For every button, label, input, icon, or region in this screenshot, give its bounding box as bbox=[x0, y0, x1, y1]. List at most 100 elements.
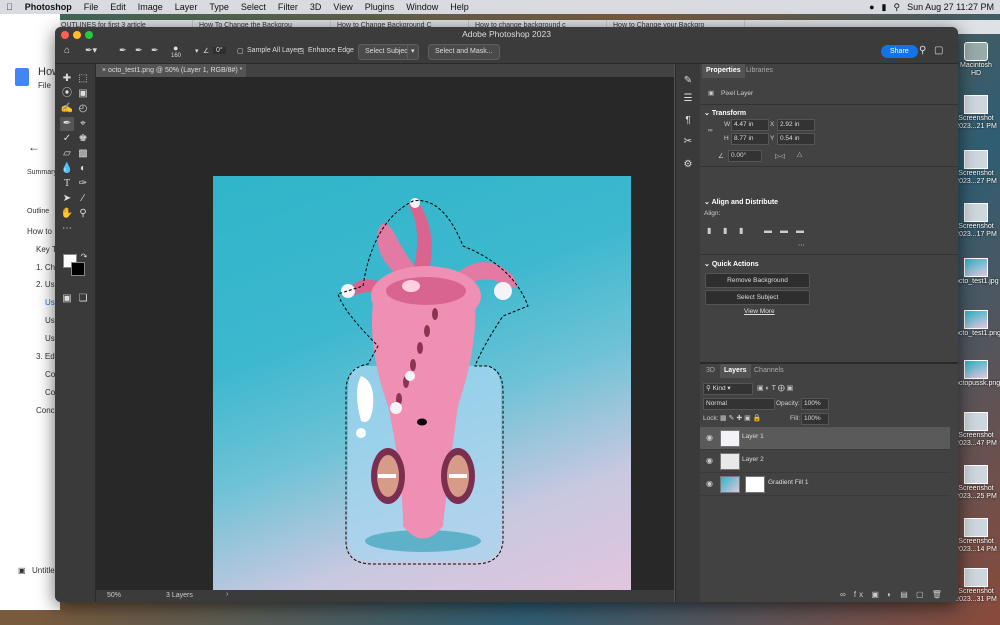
layer-actions-icons[interactable]: ∞ fx ▣ ◐ ▤ ▢ 🗑 bbox=[840, 590, 945, 599]
battery-icon[interactable]: ▮ bbox=[882, 2, 887, 13]
paths-panel-icon[interactable]: ✂ bbox=[681, 135, 695, 149]
desktop-icon[interactable]: octo_test1.png bbox=[955, 310, 1000, 338]
doc-menu-file[interactable]: File bbox=[38, 81, 51, 90]
enhance-edge-checkbox[interactable]: ▢ bbox=[298, 47, 305, 55]
desktop-icon[interactable]: octo_test1.jpg bbox=[955, 258, 999, 286]
chevron-right-icon[interactable]: › bbox=[226, 591, 228, 598]
document-info[interactable]: 3 Layers bbox=[166, 592, 193, 599]
filter-icons[interactable]: ▣ ◐ T ⨁ ▣ bbox=[757, 384, 793, 392]
apple-menu-icon[interactable]:  bbox=[0, 2, 19, 12]
home-icon[interactable]: ⌂ bbox=[64, 45, 70, 56]
menu-window[interactable]: Window bbox=[400, 2, 444, 12]
y-field[interactable]: 0.54 in bbox=[777, 133, 815, 145]
close-window-button[interactable] bbox=[61, 31, 69, 39]
transform-section-toggle[interactable]: ⌄ Transform bbox=[704, 109, 746, 117]
brush-picker-arrow-icon[interactable]: ▾ bbox=[195, 47, 199, 55]
desktop-icon[interactable]: Screenshot 2023...14 PM bbox=[955, 518, 997, 554]
desktop-icon[interactable]: Screenshot 2023...25 PM bbox=[955, 465, 997, 501]
layer-kind-filter[interactable]: ⚲ Kind ▾ bbox=[703, 383, 753, 395]
layer-row[interactable]: ◉ Layer 1 bbox=[700, 427, 950, 450]
align-section-toggle[interactable]: ⌄ Align and Distribute bbox=[704, 198, 778, 206]
menu-filter[interactable]: Filter bbox=[272, 2, 304, 12]
desktop-icon[interactable]: Screenshot 2023...47 PM bbox=[955, 412, 997, 448]
share-button[interactable]: Share bbox=[881, 45, 918, 58]
character-panel-icon[interactable]: ¶ bbox=[681, 114, 695, 128]
clock[interactable]: Sun Aug 27 11:27 PM bbox=[907, 2, 994, 12]
link-icon[interactable]: ∞ bbox=[708, 127, 713, 134]
select-and-mask-button[interactable]: Select and Mask... bbox=[428, 44, 500, 60]
align-right-icon[interactable]: ▮ bbox=[739, 226, 743, 235]
crop-tool-icon[interactable]: ⌖ bbox=[76, 117, 90, 131]
desktop-icon[interactable]: Screenshot 2023...17 PM bbox=[955, 203, 997, 239]
dodge-tool-icon[interactable]: ◐ bbox=[76, 162, 90, 176]
tab-3d[interactable]: 3D bbox=[702, 364, 719, 378]
outline-item[interactable]: How to bbox=[27, 227, 52, 236]
adjustments-panel-icon[interactable]: ☰ bbox=[681, 92, 695, 106]
menu-view[interactable]: View bbox=[327, 2, 358, 12]
search-icon[interactable]: ⚲ bbox=[919, 45, 926, 56]
width-field[interactable]: 4.47 in bbox=[731, 119, 769, 131]
flip-vertical-icon[interactable]: △ bbox=[797, 150, 802, 158]
align-middle-v-icon[interactable]: ▬ bbox=[780, 226, 788, 235]
align-center-h-icon[interactable]: ▮ bbox=[723, 226, 727, 235]
line-tool-icon[interactable]: ∕ bbox=[76, 192, 90, 206]
quick-actions-toggle[interactable]: ⌄ Quick Actions bbox=[704, 260, 759, 268]
back-arrow-icon[interactable]: ← bbox=[28, 140, 40, 154]
new-selection-icon[interactable]: ✒ bbox=[119, 45, 127, 56]
select-subject-quick-button[interactable]: Select Subject bbox=[705, 290, 810, 305]
minimize-window-button[interactable] bbox=[73, 31, 81, 39]
canvas-workspace[interactable] bbox=[96, 77, 674, 594]
lasso-tool-icon[interactable]: ⦿ bbox=[60, 87, 74, 101]
pen-tool-icon[interactable]: ✑ bbox=[76, 177, 90, 191]
zoom-tool-icon[interactable]: ⚲ bbox=[76, 207, 90, 221]
zoom-window-button[interactable] bbox=[85, 31, 93, 39]
tab-channels[interactable]: Channels bbox=[750, 364, 788, 378]
brushes-panel-icon[interactable]: ⚙ bbox=[681, 158, 695, 172]
marquee-tool-icon[interactable]: ⬚ bbox=[76, 72, 90, 86]
visibility-eye-icon[interactable]: ◉ bbox=[706, 433, 713, 442]
outline-item[interactable]: Co bbox=[45, 370, 55, 379]
desktop-icon[interactable]: octopussk.png bbox=[955, 360, 1000, 388]
quick-selection-tool-icon[interactable]: ✒ bbox=[60, 117, 74, 131]
search-icon[interactable]: ⚲ bbox=[894, 2, 901, 13]
frame-tool-icon[interactable]: ◴ bbox=[76, 102, 90, 116]
visibility-eye-icon[interactable]: ◉ bbox=[706, 456, 713, 465]
align-left-icon[interactable]: ▮ bbox=[707, 226, 711, 235]
outline-item[interactable]: Us bbox=[45, 316, 55, 325]
menu-file[interactable]: File bbox=[78, 2, 105, 12]
outline-item[interactable]: Co bbox=[45, 388, 55, 397]
type-tool-icon[interactable]: T bbox=[60, 177, 74, 191]
add-selection-icon[interactable]: ✒ bbox=[135, 45, 143, 56]
desktop-icon[interactable]: Screenshot 2023...27 PM bbox=[955, 150, 997, 186]
tab-layers[interactable]: Layers bbox=[720, 364, 751, 378]
desktop-icon[interactable]: Screenshot 2023...21 PM bbox=[955, 95, 997, 131]
outline-item[interactable]: Us bbox=[45, 298, 55, 307]
document-canvas[interactable] bbox=[213, 176, 631, 594]
lock-icons[interactable]: ▦ ✎ ✚ ▣ 🔒 bbox=[720, 414, 761, 422]
outline-item[interactable]: Summary bbox=[27, 169, 57, 176]
docs-logo-icon[interactable] bbox=[15, 68, 29, 86]
opacity-field[interactable]: 100% bbox=[801, 398, 829, 410]
outline-item[interactable]: Conc bbox=[36, 406, 55, 415]
height-field[interactable]: 8.77 in bbox=[731, 133, 769, 145]
x-field[interactable]: 2.92 in bbox=[777, 119, 815, 131]
align-bottom-icon[interactable]: ▬ bbox=[796, 226, 804, 235]
path-selection-tool-icon[interactable]: ➤ bbox=[60, 192, 74, 206]
artboard-tool-icon[interactable]: ▣ bbox=[76, 87, 90, 101]
gradient-tool-icon[interactable]: ▩ bbox=[76, 147, 90, 161]
brush-tool-icon[interactable]: ✓ bbox=[60, 132, 74, 146]
blend-mode-select[interactable]: Normal bbox=[703, 398, 775, 410]
eraser-tool-icon[interactable]: ▱ bbox=[60, 147, 74, 161]
angle-field[interactable]: 0.00° bbox=[728, 150, 762, 162]
tab-libraries[interactable]: Libraries bbox=[742, 64, 777, 78]
menu-photoshop[interactable]: Photoshop bbox=[19, 2, 78, 12]
history-panel-icon[interactable]: ✎ bbox=[681, 74, 695, 88]
quick-mask-icon[interactable]: ▣ bbox=[60, 292, 74, 306]
sample-all-layers-checkbox[interactable]: ▢ bbox=[237, 47, 244, 55]
clone-stamp-tool-icon[interactable]: ♚ bbox=[76, 132, 90, 146]
select-subject-dropdown[interactable]: ▾ bbox=[407, 44, 419, 60]
eyedropper-tool-icon[interactable]: ✍ bbox=[60, 102, 74, 116]
subtract-selection-icon[interactable]: ✒ bbox=[151, 45, 159, 56]
flip-horizontal-icon[interactable]: ▷◁ bbox=[775, 152, 785, 160]
desktop-icon[interactable]: Screenshot 2023...31 PM bbox=[955, 568, 997, 604]
